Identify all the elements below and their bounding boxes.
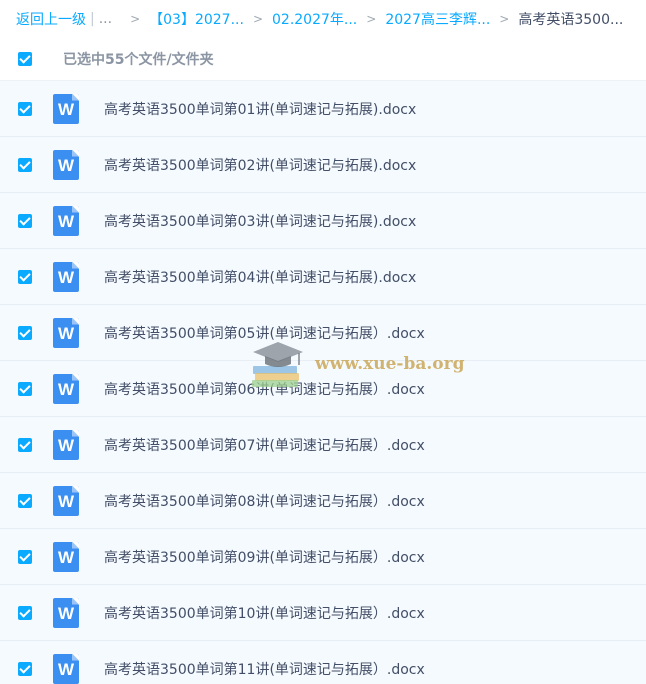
breadcrumb: 返回上一级 | ... > 【03】2027... > 02.2027年... …: [0, 0, 646, 38]
breadcrumb-item[interactable]: 02.2027年...: [272, 9, 357, 29]
back-link[interactable]: 返回上一级: [16, 9, 86, 29]
breadcrumb-ellipsis[interactable]: ...: [99, 11, 112, 27]
file-name[interactable]: 高考英语3500单词第02讲(单词速记与拓展).docx: [104, 155, 416, 175]
breadcrumb-separator: >: [130, 12, 141, 26]
breadcrumb-divider: |: [90, 11, 95, 27]
word-doc-icon: W: [53, 93, 79, 124]
file-row[interactable]: W 高考英语3500单词第06讲(单词速记与拓展）.docx: [0, 361, 646, 417]
file-row[interactable]: W 高考英语3500单词第10讲(单词速记与拓展）.docx: [0, 585, 646, 641]
file-checkbox[interactable]: [18, 213, 32, 228]
breadcrumb-current: 高考英语3500...: [518, 12, 624, 28]
file-checkbox[interactable]: [18, 101, 32, 116]
file-name[interactable]: 高考英语3500单词第07讲(单词速记与拓展）.docx: [104, 435, 425, 455]
word-doc-icon: W: [53, 317, 79, 348]
word-doc-icon: W: [53, 597, 79, 628]
word-doc-icon: W: [53, 653, 79, 684]
breadcrumb-separator: >: [252, 12, 263, 26]
file-name[interactable]: 高考英语3500单词第09讲(单词速记与拓展）.docx: [104, 547, 425, 567]
file-name[interactable]: 高考英语3500单词第11讲(单词速记与拓展）.docx: [104, 659, 425, 679]
selection-header: 已选中55个文件/文件夹: [0, 38, 646, 81]
file-row[interactable]: W 高考英语3500单词第04讲(单词速记与拓展).docx: [0, 249, 646, 305]
file-checkbox[interactable]: [18, 325, 32, 340]
file-name[interactable]: 高考英语3500单词第04讲(单词速记与拓展).docx: [104, 267, 416, 287]
file-checkbox[interactable]: [18, 437, 32, 452]
file-name[interactable]: 高考英语3500单词第10讲(单词速记与拓展）.docx: [104, 603, 425, 623]
breadcrumb-separator: >: [366, 12, 377, 26]
file-name[interactable]: 高考英语3500单词第08讲(单词速记与拓展）.docx: [104, 491, 425, 511]
word-doc-icon: W: [53, 149, 79, 180]
word-doc-icon: W: [53, 429, 79, 460]
file-browser: 返回上一级 | ... > 【03】2027... > 02.2027年... …: [0, 0, 646, 684]
word-doc-icon: W: [53, 485, 79, 516]
word-doc-icon: W: [53, 541, 79, 572]
file-checkbox[interactable]: [18, 605, 32, 620]
breadcrumb-item[interactable]: 【03】2027...: [149, 9, 244, 29]
word-doc-icon: W: [53, 261, 79, 292]
file-row[interactable]: W 高考英语3500单词第01讲(单词速记与拓展).docx: [0, 81, 646, 137]
file-checkbox[interactable]: [18, 493, 32, 508]
file-checkbox[interactable]: [18, 157, 32, 172]
breadcrumb-separator: >: [499, 12, 510, 26]
breadcrumb-item[interactable]: 2027高三李辉...: [385, 9, 490, 29]
file-row[interactable]: W 高考英语3500单词第11讲(单词速记与拓展）.docx: [0, 641, 646, 684]
select-all-checkbox[interactable]: [18, 52, 32, 66]
file-row[interactable]: W 高考英语3500单词第08讲(单词速记与拓展）.docx: [0, 473, 646, 529]
file-checkbox[interactable]: [18, 661, 32, 676]
file-row[interactable]: W 高考英语3500单词第09讲(单词速记与拓展）.docx: [0, 529, 646, 585]
file-row[interactable]: W 高考英语3500单词第07讲(单词速记与拓展）.docx: [0, 417, 646, 473]
file-checkbox[interactable]: [18, 381, 32, 396]
file-row[interactable]: W 高考英语3500单词第05讲(单词速记与拓展）.docx: [0, 305, 646, 361]
file-name[interactable]: 高考英语3500单词第01讲(单词速记与拓展).docx: [104, 99, 416, 119]
file-name[interactable]: 高考英语3500单词第03讲(单词速记与拓展).docx: [104, 211, 416, 231]
file-list: W 高考英语3500单词第01讲(单词速记与拓展).docx W 高考英语3500单词…: [0, 81, 646, 684]
word-doc-icon: W: [53, 373, 79, 404]
file-checkbox[interactable]: [18, 269, 32, 284]
file-name[interactable]: 高考英语3500单词第06讲(单词速记与拓展）.docx: [104, 379, 425, 399]
word-doc-icon: W: [53, 205, 79, 236]
file-name[interactable]: 高考英语3500单词第05讲(单词速记与拓展）.docx: [104, 323, 425, 343]
file-row[interactable]: W 高考英语3500单词第02讲(单词速记与拓展).docx: [0, 137, 646, 193]
selection-count: 已选中55个文件/文件夹: [63, 52, 214, 68]
file-row[interactable]: W 高考英语3500单词第03讲(单词速记与拓展).docx: [0, 193, 646, 249]
file-checkbox[interactable]: [18, 549, 32, 564]
